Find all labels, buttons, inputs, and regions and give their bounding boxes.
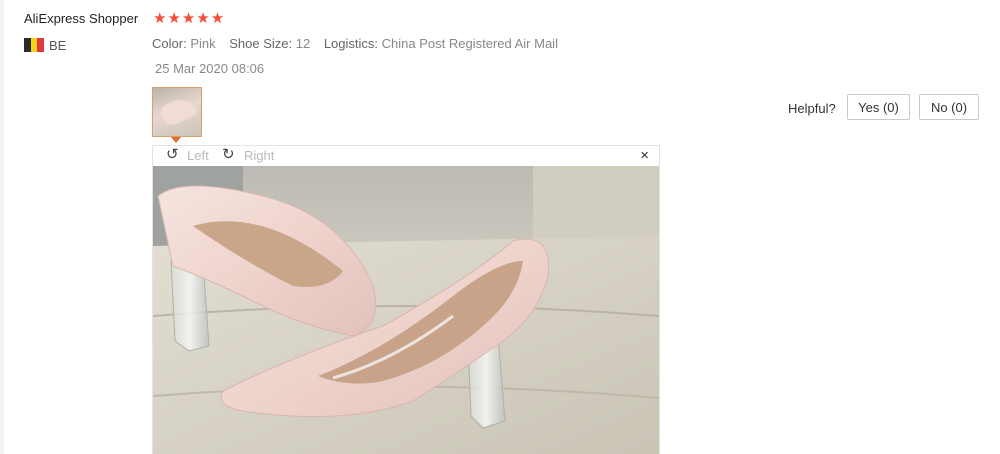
- helpful-yes-button[interactable]: Yes (0): [847, 94, 910, 120]
- attr-value-size: 12: [295, 36, 311, 51]
- rotate-left-icon[interactable]: ↺: [166, 147, 179, 163]
- attr-label-color: Color:: [152, 36, 187, 51]
- review-card: AliExpress Shopper ★★★★★ BE Color: Pink …: [0, 0, 1000, 454]
- order-attributes: Color: Pink Shoe Size: 12 Logistics: Chi…: [152, 36, 568, 51]
- rotate-right-icon[interactable]: ↻: [222, 147, 235, 163]
- attr-label-size: Shoe Size:: [229, 36, 293, 51]
- thumbnail-active-caret-icon: [171, 137, 181, 143]
- photo-viewer: ↺ Left ↻ Right ×: [152, 145, 660, 454]
- review-photo-thumbnail[interactable]: [152, 87, 202, 137]
- rotate-right-button[interactable]: Right: [244, 148, 274, 163]
- review-date: 25 Mar 2020 08:06: [155, 61, 265, 76]
- helpful-label: Helpful?: [788, 101, 836, 116]
- attr-value-logistics: China Post Registered Air Mail: [381, 36, 558, 51]
- rotate-left-button[interactable]: Left: [187, 148, 209, 163]
- photo-viewer-toolbar: ↺ Left ↻ Right ×: [153, 146, 659, 166]
- reviewer-name: AliExpress Shopper: [24, 11, 139, 26]
- thumbnail-shoe-graphic: [157, 93, 199, 129]
- shoe-photo-illustration: [153, 166, 659, 454]
- star-rating: ★★★★★: [153, 10, 226, 27]
- review-photo-large: [153, 166, 659, 454]
- helpful-no-button[interactable]: No (0): [919, 94, 979, 120]
- country-code: BE: [49, 38, 67, 53]
- close-icon[interactable]: ×: [640, 147, 649, 164]
- belgium-flag-icon: [24, 38, 45, 52]
- attr-value-color: Pink: [190, 36, 216, 51]
- attr-label-logistics: Logistics:: [323, 36, 379, 51]
